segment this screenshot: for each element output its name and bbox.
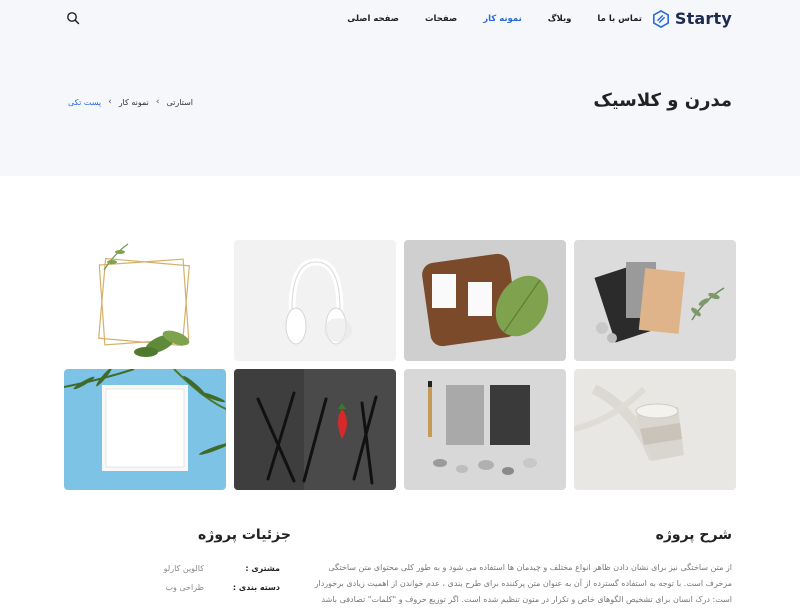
details-title: جزئیات پروژه [198,527,291,543]
site-header: Starty صفحه اصلی صفحات نمونه کار وبلاگ ت… [0,0,800,40]
search-icon[interactable] [66,11,80,25]
brand-name: Starty [674,9,732,28]
gallery-image-stationery-pebbles[interactable] [404,369,566,490]
detail-value: طراحی وب [165,583,204,592]
project-gallery [64,240,736,490]
nav-item-blog[interactable]: وبلاگ [548,14,572,24]
gallery-image-white-frame-palm[interactable] [64,369,226,490]
detail-value: کالوین کارلو [163,564,204,573]
detail-label: مشتری : [245,564,280,573]
gallery-image-forks-strawberry[interactable] [234,369,396,490]
main-nav: صفحه اصلی صفحات نمونه کار وبلاگ تماس با … [321,14,642,24]
nav-item-home[interactable]: صفحه اصلی [347,14,399,24]
description-title: شرح پروژه [655,527,732,543]
detail-label: دسته بندی : [232,583,280,592]
description-text: از متن ساختگی نیز برای نشان دادن ظاهر ان… [314,563,732,604]
nav-item-contact[interactable]: تماس با ما [597,14,642,24]
logo-icon [652,9,669,28]
chevron-left-icon: ‹ [155,97,160,107]
breadcrumb: پست تکی ‹ نمونه کار ‹ استارتی [68,97,193,107]
brand-logo[interactable]: Starty [652,9,732,28]
gallery-image-coffee-cup[interactable] [574,369,736,490]
breadcrumb-section[interactable]: نمونه کار [119,98,149,107]
page-title: مدرن و کلاسیک [593,90,732,111]
nav-item-pages[interactable]: صفحات [425,14,457,24]
gallery-image-headphones[interactable] [234,240,396,361]
chevron-left-icon: ‹ [108,97,112,107]
nav-item-portfolio[interactable]: نمونه کار [483,14,522,24]
gallery-image-business-cards[interactable] [404,240,566,361]
breadcrumb-home[interactable]: استارتی [166,98,193,107]
gallery-image-gold-frame[interactable] [64,240,226,361]
breadcrumb-current: پست تکی [68,97,102,107]
gallery-image-envelopes[interactable] [574,240,736,361]
